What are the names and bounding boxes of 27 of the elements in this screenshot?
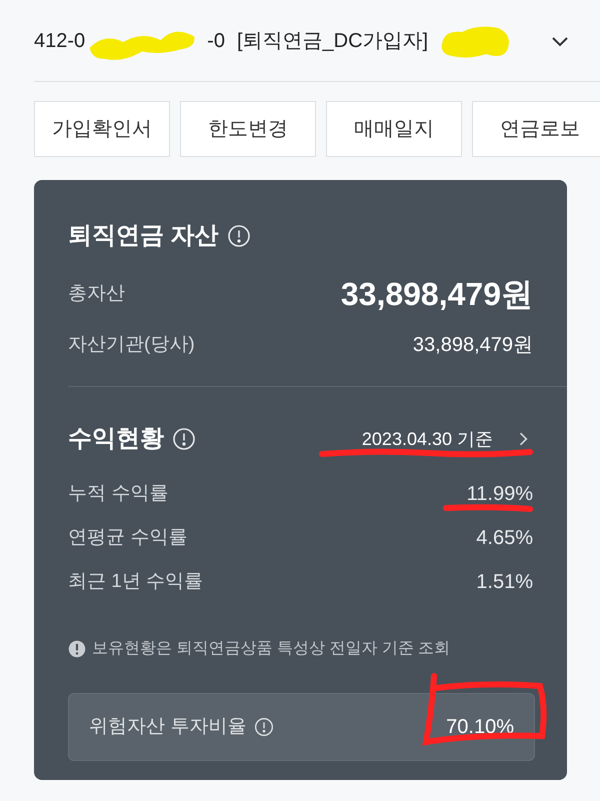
action-button[interactable]: 연금로보 [472, 101, 600, 157]
row-value: 4.65% [476, 526, 533, 551]
row-label: 자산기관(당사) [68, 332, 195, 357]
notice-text: 보유현황은 퇴직연금상품 특성상 전일자 기준 조회 [92, 639, 450, 659]
info-icon[interactable] [172, 427, 196, 451]
row-label: 최근 1년 수익률 [68, 570, 204, 594]
row-value: 11.99% [466, 482, 533, 507]
row-label: 연평균 수익률 [68, 526, 188, 550]
date-link[interactable]: 2023.04.30 기준 [362, 426, 533, 452]
row-label: 누적 수익률 [68, 482, 168, 506]
section-title: 수익현황 [68, 424, 164, 454]
info-icon[interactable] [254, 717, 274, 737]
total-value: 33,898,479원 [340, 275, 533, 314]
account-number-suffix: -0 [207, 28, 225, 54]
risk-value: 70.10% [446, 715, 514, 740]
row-value: 33,898,479원 [412, 333, 533, 358]
card-title: 퇴직연금 자산 [68, 221, 219, 251]
account-number: 412-0 [34, 28, 86, 54]
action-button[interactable]: 가입확인서 [34, 101, 170, 157]
alert-icon [68, 640, 86, 658]
risk-label: 위험자산 투자비율 [89, 714, 246, 739]
total-label: 총자산 [68, 282, 125, 306]
action-button[interactable]: 매매일지 [326, 101, 462, 157]
account-type: [퇴직연금_DC가입자] [236, 28, 428, 54]
action-button[interactable]: 한도변경 [180, 101, 316, 157]
info-icon[interactable] [226, 224, 251, 248]
row-value: 1.51% [476, 570, 533, 595]
